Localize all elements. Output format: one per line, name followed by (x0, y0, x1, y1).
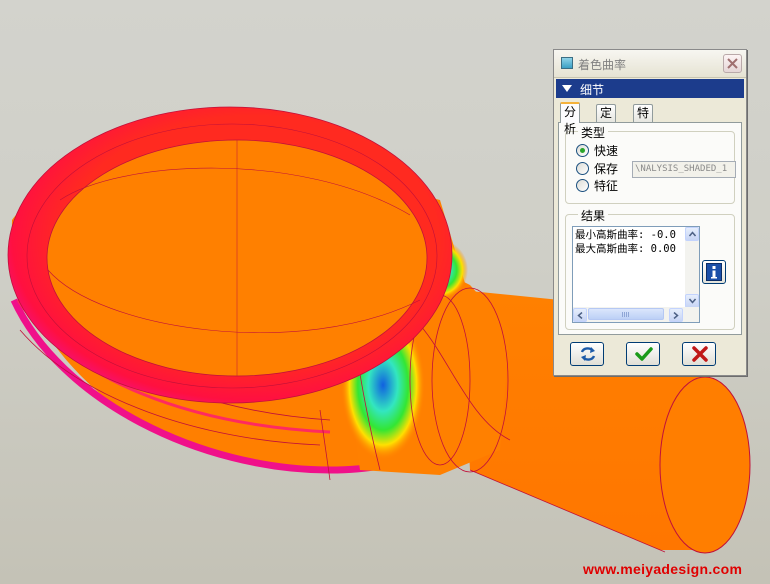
radio-quick-label: 快速 (594, 144, 619, 158)
shaded-curvature-dialog: 着色曲率 细节 分析 定义 特征 类型 快速 保存 特征 (553, 49, 747, 376)
scroll-left-button[interactable] (573, 308, 587, 322)
tab-definition[interactable]: 定义 (596, 104, 617, 137)
chevron-up-icon (689, 231, 696, 237)
radio-quick-circle[interactable] (576, 144, 589, 157)
refresh-button[interactable] (570, 342, 604, 366)
chevron-right-icon (673, 312, 679, 319)
radio-feature-circle[interactable] (576, 179, 589, 192)
analysis-name-field[interactable]: \NALYSIS_SHADED_1 (632, 161, 736, 178)
horizontal-scrollbar[interactable] (573, 307, 699, 322)
cross-icon (692, 346, 708, 362)
horizontal-scroll-thumb[interactable] (588, 308, 664, 320)
results-text: 最小高斯曲率: -0.0 最大高斯曲率: 0.00 (575, 228, 683, 256)
ok-button[interactable] (626, 342, 660, 366)
type-group-title: 类型 (578, 124, 609, 141)
close-icon (727, 58, 738, 69)
vertical-scrollbar[interactable] (685, 227, 699, 308)
top-rim (7, 106, 453, 404)
section-details-toggle[interactable]: 细节 (556, 79, 744, 98)
triangle-down-icon (562, 85, 572, 92)
dialog-titlebar[interactable]: 着色曲率 (554, 50, 746, 78)
chevron-down-icon (689, 298, 696, 304)
radio-save-label: 保存 (594, 162, 619, 176)
result-line-max: 最大高斯曲率: 0.00 (575, 243, 676, 255)
dialog-title: 着色曲率 (578, 58, 627, 72)
type-group: 类型 快速 保存 特征 \NALYSIS_SHADED_1 (565, 124, 736, 204)
tab-analysis[interactable]: 分析 (560, 102, 581, 136)
tab-panel-analysis: 类型 快速 保存 特征 \NALYSIS_SHADED_1 结果 最小高斯曲率:… (558, 122, 742, 335)
scroll-up-button[interactable] (685, 227, 699, 241)
info-icon (706, 263, 722, 281)
window-app-icon (561, 57, 573, 69)
tab-feature[interactable]: 特征 (633, 104, 654, 137)
close-button[interactable] (723, 54, 742, 73)
results-group-title: 结果 (578, 207, 609, 224)
chevron-left-icon (577, 312, 583, 319)
results-list[interactable]: 最小高斯曲率: -0.0 最大高斯曲率: 0.00 (572, 226, 700, 323)
radio-feature-label: 特征 (594, 179, 619, 193)
scroll-down-button[interactable] (685, 294, 699, 308)
radio-save-circle[interactable] (576, 162, 589, 175)
refresh-icon (580, 347, 596, 361)
info-button[interactable] (702, 260, 726, 284)
checkmark-icon (635, 347, 653, 361)
watermark-text: www.meiyadesign.com (583, 561, 743, 577)
scroll-right-button[interactable] (669, 308, 683, 322)
result-line-min: 最小高斯曲率: -0.0 (575, 229, 676, 241)
section-details-label: 细节 (580, 83, 605, 97)
cancel-button[interactable] (682, 342, 716, 366)
